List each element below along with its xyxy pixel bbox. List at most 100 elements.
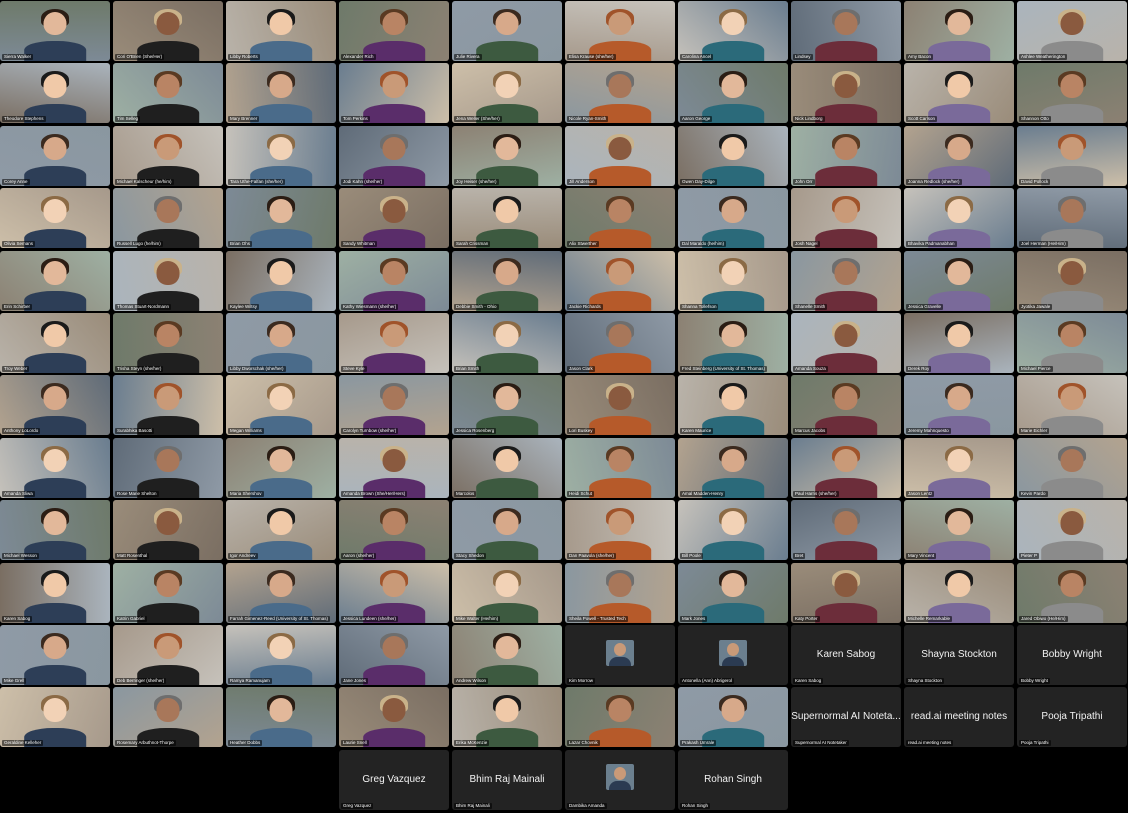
- participant-tile[interactable]: Karen Sabog Karen Sabog: [791, 625, 901, 685]
- participant-tile[interactable]: Jill Anderson: [565, 125, 675, 186]
- participant-tile[interactable]: Shannon Otto: [1017, 63, 1127, 124]
- participant-tile[interactable]: Erika McKenzie: [452, 687, 562, 748]
- participant-tile[interactable]: Bobby Wright Bobby Wright: [1017, 625, 1127, 685]
- participant-tile[interactable]: Troy Weber: [0, 313, 110, 373]
- participant-tile[interactable]: Joanna Redlock (she/her): [904, 125, 1014, 186]
- participant-tile[interactable]: Maria Shershov: [226, 437, 336, 498]
- participant-tile[interactable]: Antonella (Ann) Abrigerol: [678, 625, 788, 685]
- participant-tile[interactable]: Steve Kyle: [339, 313, 449, 373]
- participant-tile[interactable]: Michael Pierce: [1017, 313, 1127, 373]
- participant-tile[interactable]: Rosemary Arbuthnot-Thorpe: [113, 687, 223, 748]
- participant-tile[interactable]: Karen Sabog: [0, 562, 110, 623]
- participant-tile[interactable]: Farrah Gimenez-Reed (University of St. T…: [226, 562, 336, 623]
- participant-tile[interactable]: Rohan Singh Rohan Singh: [678, 749, 788, 810]
- participant-tile[interactable]: Laurie Snell: [339, 687, 449, 748]
- participant-tile[interactable]: David Pollock: [1017, 125, 1127, 186]
- participant-tile[interactable]: Theodore Stephens: [0, 63, 110, 124]
- participant-tile[interactable]: Sarah Crissman: [452, 188, 562, 249]
- participant-tile[interactable]: Pooja Tripathi Pooja Tripathi: [1017, 687, 1127, 748]
- participant-tile[interactable]: Shayna Stockton Shayna Stockton: [904, 625, 1014, 685]
- participant-tile[interactable]: Paul Harris (she/her): [791, 437, 901, 498]
- participant-tile[interactable]: Supernormal AI Noteta... Supernormal AI N…: [791, 687, 901, 748]
- participant-tile[interactable]: Bhavika Padmanabhan: [904, 188, 1014, 249]
- participant-tile[interactable]: Mike Walter (He/him): [452, 562, 562, 623]
- participant-tile[interactable]: Deb Berringer (she/her): [113, 625, 223, 685]
- participant-tile[interactable]: Lori Buskey: [565, 375, 675, 436]
- participant-tile[interactable]: Tara Uthe-Falfan (she/her): [226, 125, 336, 186]
- participant-tile[interactable]: Debbie Smith - Ohio: [452, 250, 562, 311]
- participant-tile[interactable]: Dan Paavola (she/her): [565, 500, 675, 561]
- participant-tile[interactable]: Amanda Brown (She/Her/Hers): [339, 437, 449, 498]
- participant-tile[interactable]: Olivia Semans: [0, 188, 110, 249]
- participant-tile[interactable]: Brian Ohs: [226, 188, 336, 249]
- participant-tile[interactable]: Mary Vincent: [904, 500, 1014, 561]
- participant-tile[interactable]: Kaylee Wiltsy: [226, 250, 336, 311]
- participant-tile[interactable]: Sandy Whitman: [339, 188, 449, 249]
- participant-tile[interactable]: Nick Lindborg: [791, 63, 901, 124]
- participant-tile[interactable]: Dal Maraldo (he/him): [678, 188, 788, 249]
- participant-tile[interactable]: Amy Bacon: [904, 1, 1014, 61]
- participant-tile[interactable]: Michael Wesson: [0, 500, 110, 561]
- participant-tile[interactable]: Katy Porter: [791, 562, 901, 623]
- participant-tile[interactable]: Gwen Day-Dilge: [678, 125, 788, 186]
- participant-tile[interactable]: Jason Lentz: [904, 437, 1014, 498]
- participant-tile[interactable]: Tom Perkins: [339, 63, 449, 124]
- participant-tile[interactable]: Marcolos: [452, 437, 562, 498]
- participant-tile[interactable]: Scott Carlson: [904, 63, 1014, 124]
- participant-tile[interactable]: Shanna Tollefson: [678, 250, 788, 311]
- participant-tile[interactable]: Igor Andreev: [226, 500, 336, 561]
- participant-tile[interactable]: Fred Steinberg (University of St. Thomas…: [678, 313, 788, 373]
- participant-tile[interactable]: Ashlee Weatherington: [1017, 1, 1127, 61]
- participant-tile[interactable]: Mary Brenner: [226, 63, 336, 124]
- participant-tile[interactable]: Joy Heiser (she/her): [452, 125, 562, 186]
- participant-tile[interactable]: Julie Rivera: [452, 1, 562, 61]
- participant-tile[interactable]: read.ai meeting notes read.ai meeting not…: [904, 687, 1014, 748]
- participant-tile[interactable]: Jackie Richards: [565, 250, 675, 311]
- participant-tile[interactable]: Pieter P: [1017, 500, 1127, 561]
- participant-tile[interactable]: Aaron (she/her): [339, 500, 449, 561]
- participant-tile[interactable]: Corey Anne: [0, 125, 110, 186]
- participant-tile[interactable]: Heidi Schut: [565, 437, 675, 498]
- participant-tile[interactable]: Amanda Souza: [791, 313, 901, 373]
- participant-tile[interactable]: Shanelle Smith: [791, 250, 901, 311]
- participant-tile[interactable]: Carolina Ancel: [678, 1, 788, 61]
- participant-tile[interactable]: Bhim Raj Mainali Bhim Raj Mainali: [452, 749, 562, 810]
- participant-tile[interactable]: Sierra Walker: [0, 1, 110, 61]
- participant-tile[interactable]: Carolyn Turnbow (she/her): [339, 375, 449, 436]
- participant-tile[interactable]: Greg Vazquez Greg Vazquez: [339, 749, 449, 810]
- participant-tile[interactable]: Lindsey: [791, 1, 901, 61]
- participant-tile[interactable]: Joel Herman (He/Him): [1017, 188, 1127, 249]
- participant-tile[interactable]: Surabhika Basotti: [113, 375, 223, 436]
- participant-tile[interactable]: Prakash Umrale: [678, 687, 788, 748]
- participant-tile[interactable]: Jared Obiwo (He/Him): [1017, 562, 1127, 623]
- participant-tile[interactable]: Thomas Stuart-Nordmann: [113, 250, 223, 311]
- participant-tile[interactable]: Katrin Gabriel: [113, 562, 223, 623]
- participant-tile[interactable]: Ramya Ramanujam: [226, 625, 336, 685]
- participant-tile[interactable]: Michael Kalscheur (he/him): [113, 125, 223, 186]
- participant-tile[interactable]: Kevin Pardo: [1017, 437, 1127, 498]
- participant-tile[interactable]: Cori O'Brien (She/Her): [113, 1, 223, 61]
- participant-tile[interactable]: Kathy Wiesmann (she/her): [339, 250, 449, 311]
- participant-tile[interactable]: Amanda Sliwa: [0, 437, 110, 498]
- participant-tile[interactable]: Bill Poole: [678, 500, 788, 561]
- participant-tile[interactable]: Dambika Amanda: [565, 749, 675, 810]
- participant-tile[interactable]: Karen Maurice: [678, 375, 788, 436]
- participant-tile[interactable]: Elisa Krause (she/her): [565, 1, 675, 61]
- participant-tile[interactable]: Mark Jones: [678, 562, 788, 623]
- participant-tile[interactable]: Brian Smith: [452, 313, 562, 373]
- participant-tile[interactable]: Marie Eichler: [1017, 375, 1127, 436]
- participant-tile[interactable]: Jessica Lundeen (she/her): [339, 562, 449, 623]
- participant-tile[interactable]: Stacy Shedon: [452, 500, 562, 561]
- participant-tile[interactable]: Lazar Chovnik: [565, 687, 675, 748]
- participant-tile[interactable]: Alexander Rich: [339, 1, 449, 61]
- participant-tile[interactable]: Bret: [791, 500, 901, 561]
- participant-tile[interactable]: Anthony LoLordo: [0, 375, 110, 436]
- participant-tile[interactable]: Jessica Rosenberg: [452, 375, 562, 436]
- participant-tile[interactable]: Josh Nagel: [791, 188, 901, 249]
- participant-tile[interactable]: Mike Grell: [0, 625, 110, 685]
- participant-tile[interactable]: Nicole Ryan-Smith: [565, 63, 675, 124]
- participant-tile[interactable]: Libby Roberts: [226, 1, 336, 61]
- participant-tile[interactable]: Matt Rosenthal: [113, 500, 223, 561]
- participant-tile[interactable]: Kim Morrow: [565, 625, 675, 685]
- participant-tile[interactable]: Heather Dobbs: [226, 687, 336, 748]
